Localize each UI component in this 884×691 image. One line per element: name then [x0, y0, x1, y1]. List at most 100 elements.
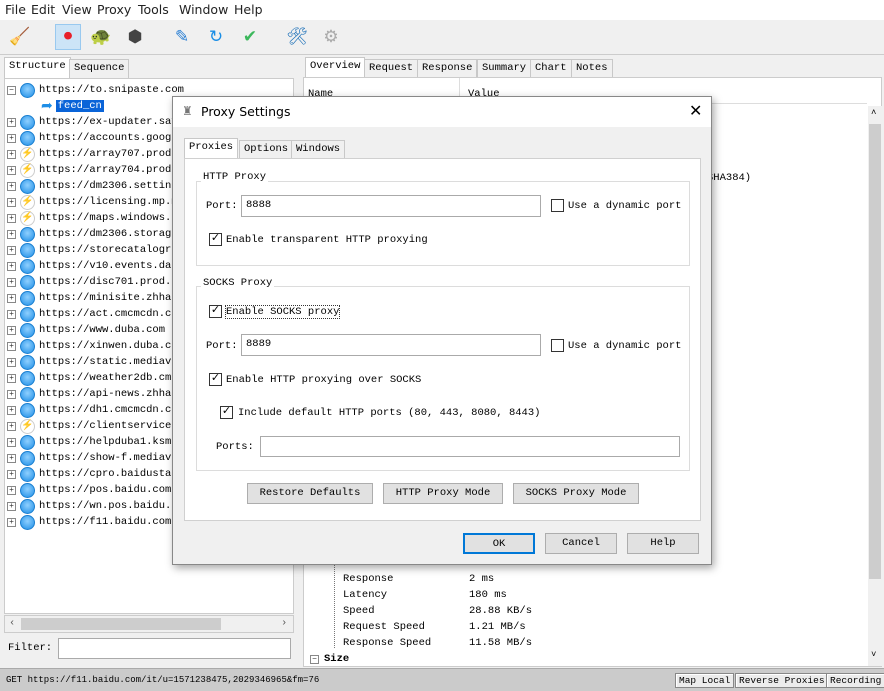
expand-icon[interactable]: +: [7, 213, 16, 223]
help-button[interactable]: Help: [627, 533, 699, 554]
tab-overview[interactable]: Overview: [305, 57, 366, 78]
enable-socks-checkbox[interactable]: ✓: [209, 305, 222, 318]
menu-file[interactable]: File: [5, 2, 26, 17]
reverse-proxies-button[interactable]: Reverse Proxies: [735, 673, 829, 688]
collapse-icon[interactable]: −: [310, 655, 319, 664]
tree-item[interactable]: + ⚡ https://clientservices: [7, 418, 178, 434]
include-default-ports-checkbox[interactable]: ✓: [220, 406, 233, 419]
repeat-button[interactable]: ↻: [203, 24, 229, 50]
validate-button[interactable]: ✔: [237, 24, 263, 50]
expand-icon[interactable]: +: [7, 405, 16, 415]
tree-item[interactable]: ➦ feed_cn: [41, 98, 104, 115]
expand-icon[interactable]: +: [7, 453, 16, 463]
tree-item[interactable]: + https://show-f.mediav.: [7, 450, 178, 466]
expand-icon[interactable]: +: [7, 389, 16, 399]
map-local-button[interactable]: Map Local: [675, 673, 735, 688]
expand-icon[interactable]: +: [7, 277, 16, 287]
tab-request[interactable]: Request: [364, 59, 419, 78]
expand-icon[interactable]: +: [7, 373, 16, 383]
tree-item[interactable]: + https://f11.baidu.com: [7, 514, 171, 530]
breakpoints-button[interactable]: ⬢: [122, 24, 148, 50]
scroll-down-icon[interactable]: ˅: [871, 650, 876, 660]
tab-windows[interactable]: Windows: [291, 140, 346, 159]
tools-button[interactable]: 🛠: [284, 24, 310, 50]
expand-icon[interactable]: +: [7, 181, 16, 191]
tree-item[interactable]: + https://storecatalogre: [7, 242, 178, 258]
expand-icon[interactable]: +: [7, 245, 16, 255]
scroll-right-icon[interactable]: ›: [281, 617, 287, 629]
http-dynamic-port-checkbox[interactable]: [551, 199, 564, 212]
tree-item[interactable]: + https://dm2306.setting: [7, 178, 178, 194]
menu-tools[interactable]: Tools: [138, 2, 169, 17]
expand-icon[interactable]: +: [7, 133, 16, 143]
socks-port-input[interactable]: 8889: [241, 334, 541, 356]
ok-button[interactable]: OK: [463, 533, 535, 554]
compose-button[interactable]: ✎: [169, 24, 195, 50]
expand-icon[interactable]: +: [7, 517, 16, 527]
http-port-input[interactable]: 8888: [241, 195, 541, 217]
tree-item[interactable]: + https://v10.events.dat: [7, 258, 178, 274]
tree-item[interactable]: + https://dm2306.storage: [7, 226, 178, 242]
expand-icon[interactable]: +: [7, 421, 16, 431]
restore-defaults-button[interactable]: Restore Defaults: [247, 483, 373, 504]
scrollbar-thumb[interactable]: [21, 618, 221, 630]
expand-icon[interactable]: +: [7, 165, 16, 175]
expand-icon[interactable]: +: [7, 261, 16, 271]
tree-item[interactable]: + https://dh1.cmcmcdn.co: [7, 402, 178, 418]
expand-icon[interactable]: +: [7, 293, 16, 303]
settings-button[interactable]: ⚙: [318, 24, 344, 50]
tree-item[interactable]: + https://wn.pos.baidu.c: [7, 498, 178, 514]
socks-proxy-mode-button[interactable]: SOCKS Proxy Mode: [513, 483, 639, 504]
expand-icon[interactable]: +: [7, 117, 16, 127]
tree-item[interactable]: + ⚡ https://licensing.mp.m: [7, 194, 178, 210]
tree-item[interactable]: + https://static.mediav.: [7, 354, 178, 370]
expand-icon[interactable]: +: [7, 229, 16, 239]
collapse-icon[interactable]: −: [7, 85, 16, 95]
scroll-left-icon[interactable]: ‹: [9, 617, 15, 629]
filter-input[interactable]: [58, 638, 291, 659]
expand-icon[interactable]: +: [7, 357, 16, 367]
expand-icon[interactable]: +: [7, 325, 16, 335]
ports-input[interactable]: [260, 436, 680, 457]
horizontal-scrollbar[interactable]: ‹ ›: [4, 615, 294, 633]
recording-button[interactable]: Recording: [826, 673, 884, 688]
expand-icon[interactable]: +: [7, 341, 16, 351]
menu-proxy[interactable]: Proxy: [97, 2, 131, 17]
menu-view[interactable]: View: [62, 2, 92, 17]
tab-options[interactable]: Options: [239, 140, 294, 159]
tree-item[interactable]: + https://ex-updater.say: [7, 114, 178, 130]
menu-edit[interactable]: Edit: [31, 2, 55, 17]
tree-item[interactable]: + https://act.cmcmcdn.co: [7, 306, 178, 322]
menu-help[interactable]: Help: [234, 2, 263, 17]
tab-structure[interactable]: Structure: [4, 57, 71, 78]
throttle-button[interactable]: 🐢: [88, 24, 114, 50]
tree-item[interactable]: + ⚡ https://array707.prod.: [7, 146, 178, 162]
tab-summary[interactable]: Summary: [477, 59, 532, 78]
tree-item[interactable]: + https://minisite.zhhai: [7, 290, 178, 306]
tree-item[interactable]: + https://weather2db.cmc: [7, 370, 178, 386]
tree-item[interactable]: + https://cpro.baidustat: [7, 466, 178, 482]
tree-item[interactable]: + ⚡ https://array704.prod.: [7, 162, 178, 178]
tab-proxies[interactable]: Proxies: [184, 138, 239, 159]
menu-window[interactable]: Window: [179, 2, 228, 17]
tab-response[interactable]: Response: [417, 59, 478, 78]
tree-item[interactable]: + https://helpduba1.ksmo: [7, 434, 178, 450]
close-icon[interactable]: ✕: [689, 101, 702, 120]
expand-icon[interactable]: +: [7, 309, 16, 319]
socks-dynamic-port-checkbox[interactable]: [551, 339, 564, 352]
tree-item[interactable]: + https://accounts.googl: [7, 130, 178, 146]
expand-icon[interactable]: +: [7, 501, 16, 511]
http-over-socks-checkbox[interactable]: ✓: [209, 373, 222, 386]
expand-icon[interactable]: +: [7, 197, 16, 207]
scrollbar-thumb[interactable]: [869, 124, 881, 579]
vertical-scrollbar[interactable]: ˄ ˅: [868, 106, 882, 666]
cancel-button[interactable]: Cancel: [545, 533, 617, 554]
tree-item[interactable]: + https://api-news.zhhai: [7, 386, 178, 402]
scroll-up-icon[interactable]: ˄: [871, 108, 876, 118]
expand-icon[interactable]: +: [7, 149, 16, 159]
tab-chart[interactable]: Chart: [530, 59, 572, 78]
tree-item[interactable]: + https://xinwen.duba.co: [7, 338, 178, 354]
clear-session-button[interactable]: 🧹: [7, 24, 33, 50]
tree-item[interactable]: + https://www.duba.com: [7, 322, 165, 338]
tab-sequence[interactable]: Sequence: [69, 59, 130, 78]
